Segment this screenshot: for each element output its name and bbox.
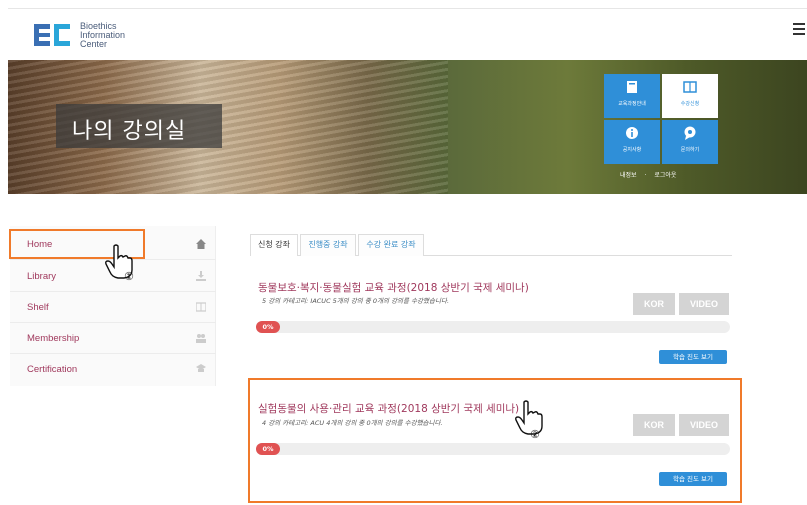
- step-marker-2: ②: [530, 428, 540, 441]
- sidebar-item-label: Membership: [27, 333, 80, 344]
- course-title[interactable]: 실험동물의 사용·관리 교육 과정(2018 상반기 국제 세미나): [258, 401, 519, 416]
- info-icon: [626, 127, 638, 139]
- download-icon: [196, 271, 206, 281]
- site-header: Bioethics Information Center: [8, 8, 807, 60]
- users-icon: [196, 334, 206, 343]
- sidebar-item-label: Shelf: [27, 302, 49, 313]
- kor-button[interactable]: KOR: [633, 414, 675, 436]
- home-icon: [196, 239, 206, 249]
- page-title: 나의 강의실: [72, 119, 187, 144]
- sidebar-item-certification[interactable]: Certification: [10, 355, 216, 385]
- progress-badge: 0%: [256, 321, 280, 333]
- course-subtitle: 5 강의 카테고리: IACUC 5개의 강의 중 0개의 강의를 수강했습니다…: [262, 297, 450, 305]
- view-progress-button[interactable]: 학습 진도 보기: [659, 350, 727, 364]
- separator-dot: ·: [644, 172, 647, 179]
- course-title[interactable]: 동물보호·복지·동물실험 교육 과정(2018 상반기 국제 세미나): [258, 280, 529, 295]
- progress-bar: [256, 321, 730, 333]
- account-links: 내정보 · 로그아웃: [620, 170, 676, 179]
- sidebar-item-label: Library: [27, 271, 57, 282]
- tile-label: 문의하기: [680, 147, 700, 153]
- quick-menu-tiles: 교육과정안내 수강신청 공지사항 문의하기: [604, 74, 718, 164]
- tile-label: 교육과정안내: [618, 101, 646, 107]
- step-marker-1: ①: [124, 270, 134, 283]
- hamburger-icon[interactable]: [793, 23, 805, 35]
- hero-banner: 나의 강의실 교육과정안내 수강신청 공지사항 문의하기 내정보 · 로그아웃: [8, 60, 807, 194]
- progress-bar: [256, 443, 730, 455]
- tile-inquiry[interactable]: 문의하기: [662, 120, 718, 164]
- sidebar-item-membership[interactable]: Membership: [10, 324, 216, 354]
- chat-icon: [684, 126, 696, 140]
- book-icon: [196, 302, 206, 312]
- sidebar-item-label: Certification: [27, 364, 78, 375]
- tile-notice[interactable]: 공지사항: [604, 120, 660, 164]
- progress-badge: 0%: [256, 443, 280, 455]
- tile-label: 수강신청: [680, 101, 700, 107]
- book-icon: [627, 81, 637, 93]
- kor-button[interactable]: KOR: [633, 293, 675, 315]
- course-subtitle: 4 강의 카테고리: ACU 4개의 강의 중 0개의 강의를 수강했습니다.: [262, 419, 443, 427]
- video-button[interactable]: VIDEO: [679, 293, 729, 315]
- tab-in-progress[interactable]: 진행중 강좌: [300, 234, 356, 256]
- view-progress-button[interactable]: 학습 진도 보기: [659, 472, 727, 486]
- logo-line: Center: [80, 38, 108, 49]
- logout-link[interactable]: 로그아웃: [654, 172, 676, 179]
- tab-applied[interactable]: 신청 강좌: [250, 234, 298, 256]
- logo-mark-icon: [34, 24, 70, 46]
- notebook-icon: [683, 81, 697, 93]
- tab-completed[interactable]: 수강 완료 강좌: [358, 234, 424, 256]
- course-tabs: 신청 강좌 진행중 강좌 수강 완료 강좌: [250, 234, 732, 256]
- tile-label: 공지사항: [622, 147, 642, 153]
- logo-text: Bioethics Information Center: [80, 21, 125, 49]
- sidebar-item-shelf[interactable]: Shelf: [10, 293, 216, 323]
- video-button[interactable]: VIDEO: [679, 414, 729, 436]
- my-info-link[interactable]: 내정보: [620, 172, 637, 179]
- tile-enroll[interactable]: 수강신청: [662, 74, 718, 118]
- site-logo[interactable]: Bioethics Information Center: [32, 21, 125, 49]
- certificate-icon: [196, 364, 206, 372]
- banner-title-box: 나의 강의실: [56, 104, 222, 148]
- tile-course-info[interactable]: 교육과정안내: [604, 74, 660, 118]
